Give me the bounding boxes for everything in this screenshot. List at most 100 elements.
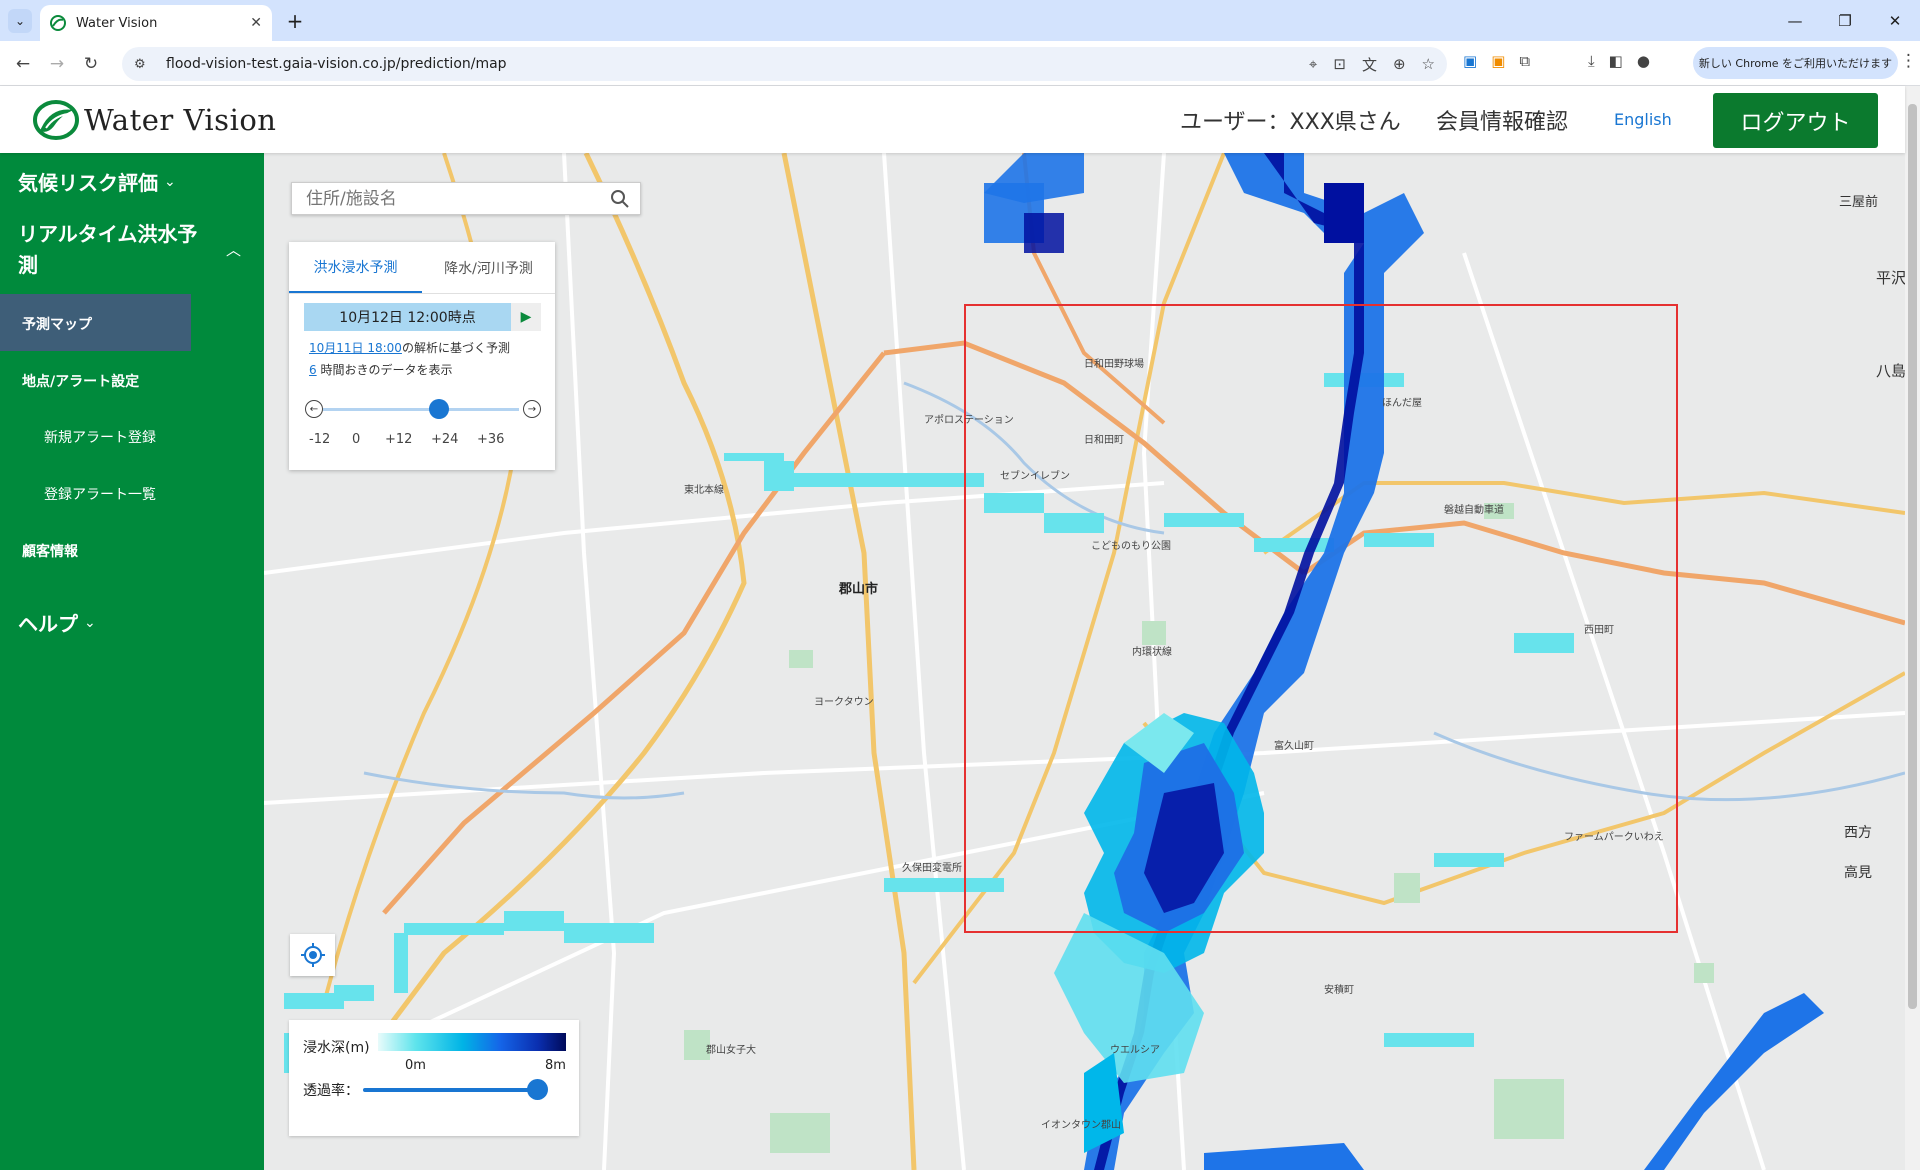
install-app-icon[interactable]: ⊡: [1333, 55, 1346, 73]
map-label: こどものもり公園: [1091, 540, 1171, 552]
sidebar-item-label: 気候リスク評価: [18, 171, 158, 195]
map-label: イオンタウン郡山: [1041, 1119, 1121, 1131]
sidebar-item-alert-settings[interactable]: 地点/アラート設定: [22, 371, 139, 391]
sidebar-item-label: リアルタイム洪水予: [18, 222, 198, 246]
slider-tick: +24: [431, 432, 459, 447]
current-location-button[interactable]: [290, 934, 335, 976]
search-input[interactable]: [306, 188, 600, 209]
extensions-puzzle-icon[interactable]: ⧉: [1519, 52, 1530, 76]
map-label: ほんだ屋: [1382, 397, 1422, 409]
profile-avatar-icon[interactable]: ●: [1637, 52, 1650, 76]
user-label: ユーザー：XXX県さん: [1180, 110, 1401, 135]
transparency-slider-track[interactable]: [363, 1088, 539, 1092]
minimize-icon[interactable]: —: [1770, 0, 1820, 41]
depth-label: 浸水深(m): [303, 1040, 370, 1056]
side-panel-icon[interactable]: ◧: [1609, 52, 1623, 76]
play-icon[interactable]: ▶: [511, 303, 541, 331]
slider-track[interactable]: [323, 408, 519, 411]
map-label: セブンイレブン: [1000, 469, 1070, 482]
restore-icon[interactable]: ❐: [1820, 0, 1870, 41]
slider-next-icon[interactable]: →: [523, 400, 541, 418]
interval-note: 6 時間おきのデータを表示: [309, 361, 452, 378]
url-text: flood-vision-test.gaia-vision.co.jp/pred…: [166, 56, 507, 72]
map-label: 内環状線: [1132, 645, 1172, 658]
sidebar-item-alert-list[interactable]: 登録アラート一覧: [44, 484, 156, 504]
logo[interactable]: Water Vision: [32, 98, 276, 142]
map-label: 八島: [1876, 362, 1905, 380]
english-link[interactable]: English: [1614, 110, 1672, 129]
location-icon[interactable]: ⌖: [1309, 55, 1317, 73]
search-box: [291, 182, 641, 215]
back-icon[interactable]: ←: [10, 51, 36, 77]
map-label: 日和田町: [1084, 434, 1124, 446]
water-vision-favicon-icon: [50, 15, 66, 31]
slider-knob[interactable]: [429, 399, 449, 419]
map-label: 高見: [1844, 864, 1872, 881]
sidebar-item-climate-risk[interactable]: 気候リスク評価 ⌄: [18, 167, 176, 196]
analysis-time-link[interactable]: 10月11日 18:00: [309, 341, 402, 355]
slider-tick: +36: [477, 432, 505, 447]
sidebar-item-customer-info[interactable]: 顧客情報: [22, 541, 78, 561]
interval-link[interactable]: 6: [309, 363, 317, 377]
scrollbar-thumb[interactable]: [1908, 104, 1917, 1009]
forecast-datetime: 10月12日 12:00時点: [304, 303, 511, 331]
map-label: ヨークタウン: [814, 696, 874, 708]
map-label: 安積町: [1324, 983, 1354, 996]
logout-button[interactable]: ログアウト: [1713, 93, 1878, 148]
zoom-icon[interactable]: ⊕: [1393, 55, 1406, 73]
depth-min: 0m: [405, 1058, 426, 1073]
slider-prev-icon[interactable]: ←: [305, 400, 323, 418]
map-label: 久保田変電所: [902, 861, 962, 874]
member-info-link[interactable]: 会員情報確認: [1436, 104, 1568, 136]
new-tab-icon[interactable]: +: [282, 8, 308, 34]
tab-flood-forecast[interactable]: 洪水浸水予測: [289, 242, 422, 293]
browser-tab[interactable]: Water Vision ✕: [40, 5, 272, 41]
address-bar[interactable]: ⚙ flood-vision-test.gaia-vision.co.jp/pr…: [122, 47, 1447, 81]
site-info-icon[interactable]: ⚙: [134, 57, 154, 72]
crosshair-icon: [300, 943, 325, 967]
forecast-panel: 洪水浸水予測 降水/河川予測 10月12日 12:00時点 ▶ 10月11日 1…: [289, 242, 555, 470]
chrome-update-button[interactable]: 新しい Chrome をご利用いただけます: [1693, 47, 1898, 79]
map-label: 西方: [1844, 825, 1872, 841]
sidebar-item-forecast-map[interactable]: 予測マップ: [22, 314, 92, 334]
close-window-icon[interactable]: ✕: [1870, 0, 1920, 41]
search-icon[interactable]: [600, 189, 640, 209]
map-label: 西田町: [1584, 625, 1614, 636]
time-slider[interactable]: ← →: [305, 396, 541, 422]
slider-tick: -12: [309, 432, 331, 447]
sidebar-item-label: ヘルプ: [18, 612, 78, 636]
water-vision-logo-icon: [33, 100, 79, 140]
transparency-slider-knob[interactable]: [527, 1079, 548, 1100]
download-icon[interactable]: ⤓: [1588, 52, 1595, 76]
extension-2-icon[interactable]: ▣: [1491, 52, 1505, 76]
sidebar-item-help[interactable]: ヘルプ ⌄: [18, 608, 96, 637]
tab-rain-river-forecast[interactable]: 降水/河川予測: [422, 242, 555, 293]
depth-color-scale: [378, 1033, 566, 1051]
map-label-city: 郡山市: [838, 581, 878, 597]
map-label: 郡山女子大: [706, 1043, 756, 1056]
tab-search-icon[interactable]: ⌄: [8, 9, 32, 33]
logo-text: Water Vision: [84, 103, 277, 137]
tab-close-icon[interactable]: ✕: [250, 15, 262, 31]
page-scrollbar[interactable]: [1905, 86, 1920, 1170]
browser-toolbar: ← → ↻ ⚙ flood-vision-test.gaia-vision.co…: [0, 41, 1920, 86]
translate-icon[interactable]: 文: [1362, 54, 1377, 75]
chevron-up-icon[interactable]: ︿: [226, 239, 241, 260]
chevron-down-icon: ⌄: [164, 173, 176, 190]
forward-icon[interactable]: →: [44, 51, 70, 77]
sidebar-item-new-alert[interactable]: 新規アラート登録: [44, 427, 156, 447]
bookmark-star-icon[interactable]: ☆: [1422, 55, 1435, 73]
interval-suffix: 時間おきのデータを表示: [316, 363, 453, 377]
slider-tick: 0: [352, 432, 361, 447]
reload-icon[interactable]: ↻: [78, 51, 104, 77]
map-legend: 浸水深(m) 0m 8m 透過率：: [289, 1020, 579, 1136]
slider-tick: +12: [385, 432, 413, 447]
map-label: ウエルシア: [1110, 1044, 1160, 1056]
sidebar-item-realtime-flood[interactable]: リアルタイム洪水予 測: [18, 219, 197, 281]
sidebar-item-label: 測: [18, 253, 38, 277]
app-header: Water Vision ユーザー：XXX県さん 会員情報確認 English …: [0, 86, 1905, 153]
analysis-suffix: の解析に基づく予測: [401, 341, 510, 355]
extension-1-icon[interactable]: ▣: [1463, 52, 1477, 76]
map-label: 日和田野球場: [1084, 357, 1144, 370]
chrome-menu-icon[interactable]: ⋮: [1900, 51, 1917, 71]
